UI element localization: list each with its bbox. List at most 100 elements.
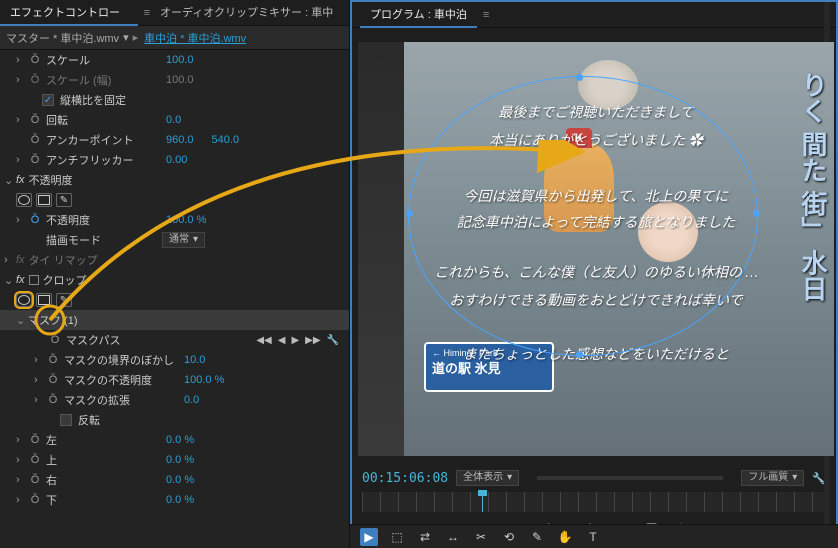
mini-timeline[interactable] (362, 492, 826, 512)
fx-badge[interactable]: fx (16, 254, 25, 266)
stopwatch-icon[interactable]: Ŏ (28, 494, 42, 506)
track-select-tool[interactable]: ⬚ (388, 528, 406, 546)
value-scale[interactable]: 100.0 (162, 54, 194, 66)
value-crop-bottom[interactable]: 0.0 % (162, 494, 194, 506)
stopwatch-icon[interactable]: Ŏ (28, 54, 42, 66)
twisty-icon[interactable]: ⌄ (4, 174, 16, 187)
ripple-tool[interactable]: ⇄ (416, 528, 434, 546)
mask-pen-button[interactable] (56, 193, 72, 207)
twisty-icon[interactable]: › (16, 434, 28, 446)
mask-ellipse-button[interactable] (16, 293, 32, 307)
value-anchor-x[interactable]: 960.0 (162, 134, 194, 146)
prop-crop-bottom: 下 (42, 492, 162, 508)
tab-program-monitor[interactable]: プログラム : 車中泊 (360, 2, 477, 28)
effect-opacity: 不透明度 (29, 172, 73, 188)
prop-mask-feather: マスクの境界のぼかし (60, 352, 180, 368)
progress-scrubber[interactable] (537, 476, 723, 480)
quality-value: フル画質 (748, 471, 788, 485)
mask-handle[interactable] (576, 351, 583, 358)
value-anchor-y[interactable]: 540.0 (194, 134, 240, 146)
timecode-display[interactable]: 00:15:06:08 (362, 471, 448, 486)
twisty-icon[interactable]: › (16, 154, 28, 166)
type-tool[interactable]: T (584, 528, 602, 546)
twisty-icon[interactable]: › (16, 214, 28, 226)
stopwatch-icon[interactable]: Ŏ (28, 474, 42, 486)
stopwatch-icon[interactable]: Ŏ (46, 374, 60, 386)
mask-ellipse-button[interactable] (16, 193, 32, 207)
mask-handle[interactable] (406, 210, 413, 217)
ruler (362, 492, 826, 512)
uniform-scale-label: 縦横比を固定 (60, 92, 126, 108)
video-frame: りく 間た 街」 水日 ← Himinoe Park 道の駅 氷見 最後までご視… (358, 42, 834, 456)
value-antiflicker[interactable]: 0.00 (162, 154, 187, 166)
twisty-icon[interactable]: › (4, 254, 16, 266)
twisty-icon[interactable]: › (34, 374, 46, 386)
playhead[interactable] (482, 492, 483, 512)
tab-label: プログラム : 車中泊 (370, 9, 467, 21)
stopwatch-icon[interactable]: Ŏ (46, 394, 60, 406)
uniform-scale-checkbox[interactable] (42, 94, 54, 106)
zoom-fit-dropdown[interactable]: 全体表示▾ (456, 470, 519, 486)
pen-tool[interactable]: ✎ (528, 528, 546, 546)
mask-invert-label: 反転 (78, 412, 100, 428)
fx-badge[interactable]: fx (16, 274, 25, 286)
stopwatch-icon[interactable]: Ŏ (46, 354, 60, 366)
mask-handle[interactable] (576, 74, 583, 81)
value-rotation[interactable]: 0.0 (162, 114, 181, 126)
rate-stretch-tool[interactable]: ↔ (444, 528, 462, 546)
prop-mask-opacity: マスクの不透明度 (60, 372, 180, 388)
mask-pen-button[interactable] (56, 293, 72, 307)
prop-opacity: 不透明度 (42, 212, 162, 228)
razor-tool[interactable]: ✂ (472, 528, 490, 546)
value-crop-top[interactable]: 0.0 % (162, 454, 194, 466)
play-icon[interactable]: ▶ (291, 335, 299, 346)
blend-mode-dropdown[interactable]: 通常▾ (162, 232, 205, 248)
prop-scale-w: スケール (幅) (42, 72, 162, 88)
value-opacity[interactable]: 100.0 % (162, 214, 206, 226)
mask-outline[interactable] (408, 76, 758, 356)
hand-tool[interactable]: ✋ (556, 528, 574, 546)
stopwatch-icon[interactable]: Ŏ (48, 334, 62, 346)
value-crop-right[interactable]: 0.0 % (162, 474, 194, 486)
twisty-icon[interactable]: › (34, 354, 46, 366)
fx-badge[interactable]: fx (16, 174, 25, 186)
value-mask-opacity[interactable]: 100.0 % (180, 374, 224, 386)
stopwatch-icon[interactable]: Ŏ (28, 214, 42, 226)
slip-tool[interactable]: ⟲ (500, 528, 518, 546)
next-frame-icon[interactable]: ▶▶ (305, 335, 320, 346)
stopwatch-icon[interactable]: Ŏ (28, 114, 42, 126)
chevron-down-icon[interactable]: ▾ (123, 31, 129, 44)
twisty-icon[interactable]: ⌄ (16, 314, 28, 327)
mask-rect-button[interactable] (36, 193, 52, 207)
fit-value: 全体表示 (463, 471, 503, 485)
value-mask-feather[interactable]: 10.0 (180, 354, 205, 366)
tab-audio-mixer[interactable]: オーディオクリップミキサー : 車中泊 (150, 0, 349, 26)
value-crop-left[interactable]: 0.0 % (162, 434, 194, 446)
program-monitor[interactable]: りく 間た 街」 水日 ← Himinoe Park 道の駅 氷見 最後までご視… (358, 42, 834, 456)
sequence-clip-link[interactable]: 車中泊 * 車中泊.wmv (144, 30, 246, 46)
stopwatch-icon[interactable]: Ŏ (28, 134, 42, 146)
twisty-icon[interactable]: › (16, 114, 28, 126)
stopwatch-icon[interactable]: Ŏ (28, 454, 42, 466)
twisty-icon[interactable]: › (16, 494, 28, 506)
stopwatch-icon[interactable]: Ŏ (28, 154, 42, 166)
prop-blend: 描画モード (42, 232, 162, 248)
value-mask-expand[interactable]: 0.0 (180, 394, 199, 406)
twisty-icon[interactable]: › (16, 474, 28, 486)
wrench-icon[interactable]: 🔧 (327, 335, 339, 346)
mask-item[interactable]: マスク (1) (28, 312, 78, 328)
twisty-icon[interactable]: › (16, 74, 28, 86)
panel-menu-icon[interactable]: ≡ (483, 9, 489, 21)
prev-frame-icon[interactable]: ◀ (278, 335, 286, 346)
twisty-icon[interactable]: › (16, 454, 28, 466)
twisty-icon[interactable]: ⌄ (4, 274, 16, 287)
twisty-icon[interactable]: › (34, 394, 46, 406)
selection-tool[interactable]: ▶ (360, 528, 378, 546)
twisty-icon[interactable]: › (16, 54, 28, 66)
mask-invert-checkbox[interactable] (60, 414, 72, 426)
track-back-icon[interactable]: ◀◀ (256, 335, 271, 346)
quality-dropdown[interactable]: フル画質▾ (741, 470, 804, 486)
stopwatch-icon[interactable]: Ŏ (28, 434, 42, 446)
mask-rect-button[interactable] (36, 293, 52, 307)
tab-effect-controls[interactable]: エフェクトコントロール (0, 0, 138, 26)
